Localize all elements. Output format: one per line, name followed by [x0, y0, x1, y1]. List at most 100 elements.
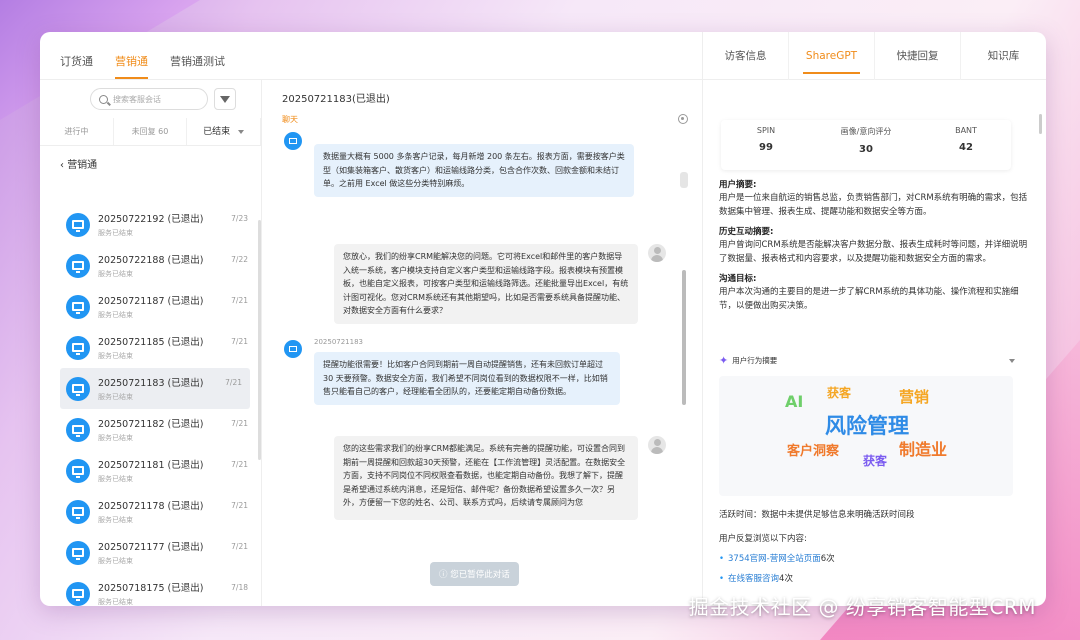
group-back[interactable]: ‹ 营销通 — [40, 146, 261, 171]
chevron-down-icon — [1009, 358, 1015, 363]
visited-heading: 用户反复浏览以下内容: — [719, 534, 807, 544]
settings-icon[interactable] — [678, 114, 688, 124]
word-cloud-term: 客户洞察 — [787, 444, 840, 459]
app-window: 订货通 营销通 营销通测试 搜索客服会话 进行中 未回复 60 已结束 ‹ 营销… — [40, 32, 1046, 606]
visited-count: 6次 — [820, 554, 835, 564]
session-title: 20250721181 (已退出) — [98, 460, 204, 471]
chat-message-bot: 提醒功能很需要！比如客户合同到期前一周自动提醒销售，还有未回款订单超过 30 天… — [314, 352, 620, 405]
tab-yingxiaotong-test[interactable]: 营销通测试 — [170, 53, 225, 79]
bot-avatar — [284, 132, 302, 150]
status-tab-ended-label: 已结束 — [203, 127, 231, 137]
monitor-icon — [66, 417, 90, 442]
visited-item: • 在线客服咨询4次 — [719, 572, 793, 584]
behavior-label: 用户行为摘要 — [732, 356, 778, 365]
bullet-icon: • — [719, 554, 725, 564]
visited-link[interactable]: 3754官网-营网全站页面 — [728, 554, 821, 564]
section-heading: 沟通目标: — [719, 274, 757, 284]
session-status: 服务已结束 — [98, 311, 133, 319]
group-label: 营销通 — [67, 160, 98, 171]
section-heading: 历史互动摘要: — [719, 227, 774, 237]
behavior-summary-header[interactable]: ✦ 用户行为摘要 — [719, 354, 1015, 367]
status-tab-ended[interactable]: 已结束 — [187, 118, 262, 145]
stat-value: 30 — [859, 144, 873, 155]
filter-button[interactable] — [214, 88, 236, 110]
list-item[interactable]: 20250721187 (已退出) 服务已结束 7/21 — [40, 286, 256, 327]
tab-visitor-info[interactable]: 访客信息 — [703, 32, 789, 80]
tab-dinghuotong[interactable]: 订货通 — [60, 53, 93, 79]
search-input[interactable]: 搜索客服会话 — [90, 88, 208, 110]
session-status: 服务已结束 — [98, 352, 133, 360]
chat-tab[interactable]: 聊天 — [282, 114, 298, 125]
chat-message-user: 您的这些需求我们的纷享CRM都能满足。系统有完善的提醒功能，可设置合同到期前一周… — [334, 436, 638, 520]
bullet-icon: • — [719, 574, 725, 584]
chat-message-bot: 数据量大概有 5000 多条客户记录，每月新增 200 条左右。报表方面，需要按… — [314, 144, 634, 197]
list-item[interactable]: 20250721181 (已退出) 服务已结束 7/21 — [40, 450, 256, 491]
session-status: 服务已结束 — [98, 229, 133, 237]
sparkle-icon: ✦ — [719, 354, 729, 367]
session-date: 7/21 — [231, 296, 248, 305]
scrollbar[interactable] — [1039, 114, 1042, 134]
status-tab-ongoing[interactable]: 进行中 — [40, 118, 114, 145]
status-tabs: 进行中 未回复 60 已结束 — [40, 118, 262, 146]
tab-sharegpt[interactable]: ShareGPT — [789, 32, 875, 80]
session-date: 7/21 — [231, 419, 248, 428]
word-cloud-term: 获客 — [827, 386, 852, 400]
session-date: 7/18 — [231, 583, 248, 592]
word-cloud-term: 风险管理 — [825, 414, 909, 438]
word-cloud-term: 制造业 — [899, 440, 948, 459]
scrollbar[interactable] — [258, 220, 261, 460]
monitor-icon — [66, 540, 90, 565]
status-tab-unreplied[interactable]: 未回复 60 — [114, 118, 188, 145]
stat-label: SPIN — [756, 126, 776, 135]
scrollbar-track[interactable] — [680, 172, 688, 188]
chat-fade — [262, 520, 702, 556]
tab-knowledge-base[interactable]: 知识库 — [961, 32, 1046, 80]
list-item[interactable]: 20250721182 (已退出) 服务已结束 7/21 — [40, 409, 256, 450]
summary-sections: 用户摘要: 用户是一位来自航运的销售总监，负责销售部门，对CRM系统有明确的需求… — [719, 172, 1031, 313]
session-status: 服务已结束 — [98, 598, 133, 606]
user-avatar — [648, 244, 666, 262]
word-cloud-term: AI — [785, 392, 804, 411]
section-heading: 用户摘要: — [719, 180, 757, 190]
section-text: 用户是一位来自航运的销售总监，负责销售部门，对CRM系统有明确的需求，包括数据集… — [719, 193, 1028, 217]
bot-avatar — [284, 340, 302, 358]
session-list-panel: 搜索客服会话 进行中 未回复 60 已结束 ‹ 营销通 20250722192 … — [40, 80, 262, 606]
session-date: 7/21 — [231, 337, 248, 346]
session-date: 7/22 — [231, 255, 248, 264]
session-title: 20250721187 (已退出) — [98, 296, 204, 307]
session-title: 20250722192 (已退出) — [98, 214, 204, 225]
scrollbar[interactable] — [682, 270, 686, 405]
list-item[interactable]: 20250718175 (已退出) 服务已结束 7/18 — [40, 573, 256, 606]
message-timestamp: 20250721183 — [314, 338, 363, 346]
session-status: 服务已结束 — [98, 475, 133, 483]
session-title: 20250718175 (已退出) — [98, 583, 204, 594]
exit-notice-button[interactable]: ⓘ 您已暂停此对话 — [430, 562, 519, 586]
session-title: 20250721183 (已退出) — [98, 378, 204, 389]
filter-icon — [220, 95, 230, 103]
monitor-icon — [66, 212, 90, 237]
tab-yingxiaotong[interactable]: 营销通 — [115, 53, 148, 79]
list-item-selected[interactable]: 20250721183 (已退出) 服务已结束 7/21 — [60, 368, 250, 409]
top-tab-bar: 订货通 营销通 营销通测试 — [40, 32, 702, 80]
session-status: 服务已结束 — [98, 434, 133, 442]
score-card: SPIN 99 画像/意向评分 30 BANT 42 — [721, 120, 1011, 170]
visited-link[interactable]: 在线客服咨询 — [728, 574, 779, 584]
chat-panel: 20250721183(已退出) 聊天 数据量大概有 5000 多条客户记录，每… — [262, 80, 702, 606]
insight-panel: 访客信息 ShareGPT 快捷回复 知识库 SPIN 99 画像/意向评分 30 … — [702, 32, 1046, 606]
list-item[interactable]: 20250721185 (已退出) 服务已结束 7/21 — [40, 327, 256, 368]
list-item[interactable]: 20250722188 (已退出) 服务已结束 7/22 — [40, 245, 256, 286]
chevron-down-icon — [238, 129, 245, 134]
session-status: 服务已结束 — [98, 516, 133, 524]
monitor-icon — [66, 458, 90, 483]
session-date: 7/21 — [231, 501, 248, 510]
list-item[interactable]: 20250721178 (已退出) 服务已结束 7/21 — [40, 491, 256, 532]
session-status: 服务已结束 — [98, 270, 133, 278]
list-item[interactable]: 20250721177 (已退出) 服务已结束 7/21 — [40, 532, 256, 573]
list-item[interactable]: 20250722192 (已退出) 服务已结束 7/23 — [40, 204, 256, 245]
monitor-icon — [66, 294, 90, 319]
tab-quick-reply[interactable]: 快捷回复 — [875, 32, 961, 80]
monitor-icon — [66, 253, 90, 278]
active-time-text: 活跃时间：数据中未提供足够信息来明确活跃时间段 — [719, 510, 915, 520]
session-title: 20250721182 (已退出) — [98, 419, 204, 430]
section-text: 用户曾询问CRM系统是否能解决客户数据分散、报表生成耗时等问题，并详细说明了数据… — [719, 240, 1028, 264]
